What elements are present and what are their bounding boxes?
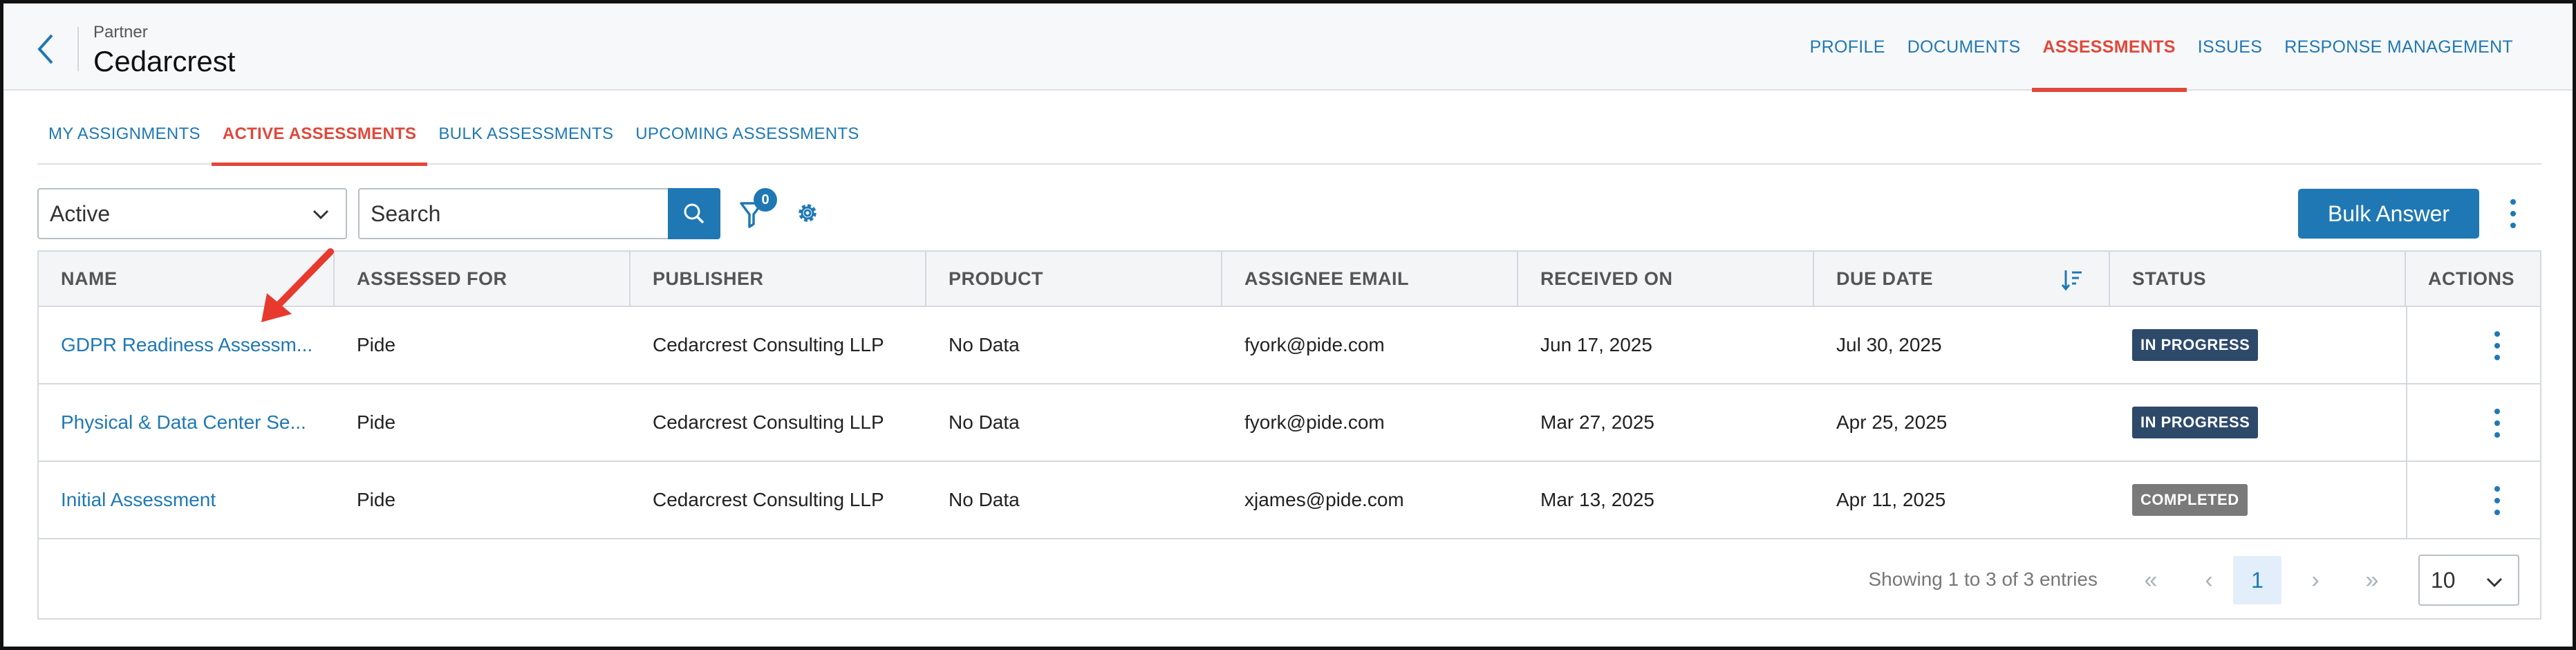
cell-due-date: Apr 11, 2025 bbox=[1836, 489, 1946, 510]
divider bbox=[2406, 307, 2407, 383]
assessments-table: NAME ASSESSED FOR PUBLISHER PRODUCT ASSI… bbox=[37, 250, 2541, 620]
cell-due-date: Apr 25, 2025 bbox=[1836, 411, 1948, 433]
entries-info: Showing 1 to 3 of 3 entries bbox=[1868, 568, 2098, 590]
page-size-select[interactable]: 10 bbox=[2418, 555, 2519, 606]
cell-name: Initial Assessment bbox=[39, 462, 335, 538]
first-page-button[interactable]: « bbox=[2127, 556, 2175, 604]
search-icon bbox=[684, 203, 704, 224]
table-row: Initial Assessment Pide Cedarcrest Consu… bbox=[39, 462, 2540, 539]
cell-assessed-for: Pide bbox=[357, 411, 396, 433]
bulk-answer-button[interactable]: Bulk Answer bbox=[2298, 189, 2479, 239]
subtab-active-assessments[interactable]: ACTIVE ASSESSMENTS bbox=[211, 104, 428, 166]
cell-assignee-email: fyork@pide.com bbox=[1244, 411, 1385, 433]
table-header: NAME ASSESSED FOR PUBLISHER PRODUCT ASSI… bbox=[39, 252, 2540, 307]
subtab-bulk-assessments[interactable]: BULK ASSESSMENTS bbox=[427, 104, 624, 165]
cell-status: IN PROGRESS bbox=[2110, 307, 2406, 383]
cell-status: IN PROGRESS bbox=[2110, 384, 2406, 461]
pagination-bar: Showing 1 to 3 of 3 entries « ‹ 1 › » 10 bbox=[39, 541, 2540, 618]
sort-descending-icon[interactable] bbox=[2060, 268, 2084, 292]
tab-response-management[interactable]: RESPONSE MANAGEMENT bbox=[2273, 3, 2524, 91]
tab-issues[interactable]: ISSUES bbox=[2187, 3, 2274, 91]
annotation-arrow-icon bbox=[261, 248, 334, 322]
tab-documents[interactable]: DOCUMENTS bbox=[1896, 3, 2032, 91]
cell-received-on: Mar 13, 2025 bbox=[1540, 489, 1654, 510]
column-header-assessed-for[interactable]: ASSESSED FOR bbox=[335, 252, 631, 306]
status-badge: IN PROGRESS bbox=[2132, 407, 2259, 438]
gear-icon[interactable] bbox=[795, 201, 820, 225]
top-bar: Partner Cedarcrest PROFILE DOCUMENTS ASS… bbox=[3, 3, 2573, 92]
cell-assignee-email: fyork@pide.com bbox=[1244, 334, 1385, 355]
status-badge: COMPLETED bbox=[2132, 484, 2248, 516]
cell-publisher: Cedarcrest Consulting LLP bbox=[653, 334, 884, 355]
row-actions-icon[interactable] bbox=[2490, 485, 2504, 517]
due-date-label: DUE DATE bbox=[1836, 268, 1934, 289]
status-filter-value: Active bbox=[50, 201, 111, 226]
column-header-publisher[interactable]: PUBLISHER bbox=[631, 252, 926, 306]
column-header-received-on[interactable]: RECEIVED ON bbox=[1518, 252, 1814, 306]
table-row: Physical & Data Center Se... Pide Cedarc… bbox=[39, 384, 2540, 462]
chevron-down-icon bbox=[312, 210, 329, 220]
search-input[interactable] bbox=[358, 188, 669, 239]
cell-due-date: Jul 30, 2025 bbox=[1836, 334, 1942, 355]
breadcrumb: Partner bbox=[93, 23, 148, 41]
subtab-my-assignments[interactable]: MY ASSIGNMENTS bbox=[37, 104, 212, 165]
next-page-button[interactable]: › bbox=[2291, 556, 2340, 604]
top-tabs: PROFILE DOCUMENTS ASSESSMENTS ISSUES RES… bbox=[1799, 3, 2524, 92]
assessment-name-link[interactable]: GDPR Readiness Assessm... bbox=[61, 334, 312, 356]
cell-product: No Data bbox=[949, 334, 1020, 355]
more-options-icon[interactable] bbox=[2503, 198, 2523, 230]
prev-page-button[interactable]: ‹ bbox=[2185, 556, 2233, 604]
page-title: Cedarcrest bbox=[93, 45, 236, 77]
row-actions-icon[interactable] bbox=[2490, 407, 2504, 439]
row-actions-icon[interactable] bbox=[2490, 330, 2504, 362]
page-size-value: 10 bbox=[2431, 567, 2456, 593]
assessment-name-link[interactable]: Physical & Data Center Se... bbox=[61, 411, 306, 434]
column-header-status[interactable]: STATUS bbox=[2110, 252, 2406, 306]
column-header-product[interactable]: PRODUCT bbox=[926, 252, 1222, 306]
cell-assessed-for: Pide bbox=[357, 489, 396, 510]
status-badge: IN PROGRESS bbox=[2132, 329, 2259, 361]
column-header-due-date[interactable]: DUE DATE bbox=[1814, 252, 2110, 306]
chevron-down-icon bbox=[2486, 577, 2503, 588]
table-row: GDPR Readiness Assessm... Pide Cedarcres… bbox=[39, 307, 2540, 384]
subtab-upcoming-assessments[interactable]: UPCOMING ASSESSMENTS bbox=[624, 104, 870, 165]
column-header-assignee-email[interactable]: ASSIGNEE EMAIL bbox=[1222, 252, 1518, 306]
sub-tabs: MY ASSIGNMENTS ACTIVE ASSESSMENTS BULK A… bbox=[37, 104, 2541, 166]
tab-profile[interactable]: PROFILE bbox=[1799, 3, 1896, 91]
search-button[interactable] bbox=[668, 188, 720, 239]
cell-product: No Data bbox=[949, 411, 1020, 433]
status-filter-select[interactable]: Active bbox=[37, 188, 347, 239]
cell-assignee-email: xjames@pide.com bbox=[1244, 489, 1404, 510]
divider bbox=[77, 27, 79, 71]
column-header-actions: ACTIONS bbox=[2428, 268, 2514, 289]
cell-received-on: Jun 17, 2025 bbox=[1540, 334, 1652, 355]
cell-assessed-for: Pide bbox=[357, 334, 396, 355]
cell-status: COMPLETED bbox=[2110, 462, 2406, 538]
divider bbox=[2406, 462, 2407, 538]
divider bbox=[2406, 384, 2407, 461]
cell-name: Physical & Data Center Se... bbox=[39, 384, 335, 461]
assessment-name-link[interactable]: Initial Assessment bbox=[61, 489, 216, 511]
cell-received-on: Mar 27, 2025 bbox=[1540, 411, 1654, 433]
cell-publisher: Cedarcrest Consulting LLP bbox=[653, 411, 884, 433]
filter-count-badge: 0 bbox=[754, 188, 777, 212]
page-1-button[interactable]: 1 bbox=[2233, 556, 2281, 604]
cell-product: No Data bbox=[949, 489, 1020, 510]
tab-assessments[interactable]: ASSESSMENTS bbox=[2031, 3, 2187, 92]
last-page-button[interactable]: » bbox=[2348, 556, 2396, 604]
cell-publisher: Cedarcrest Consulting LLP bbox=[653, 489, 884, 510]
back-arrow-icon[interactable] bbox=[32, 31, 60, 67]
